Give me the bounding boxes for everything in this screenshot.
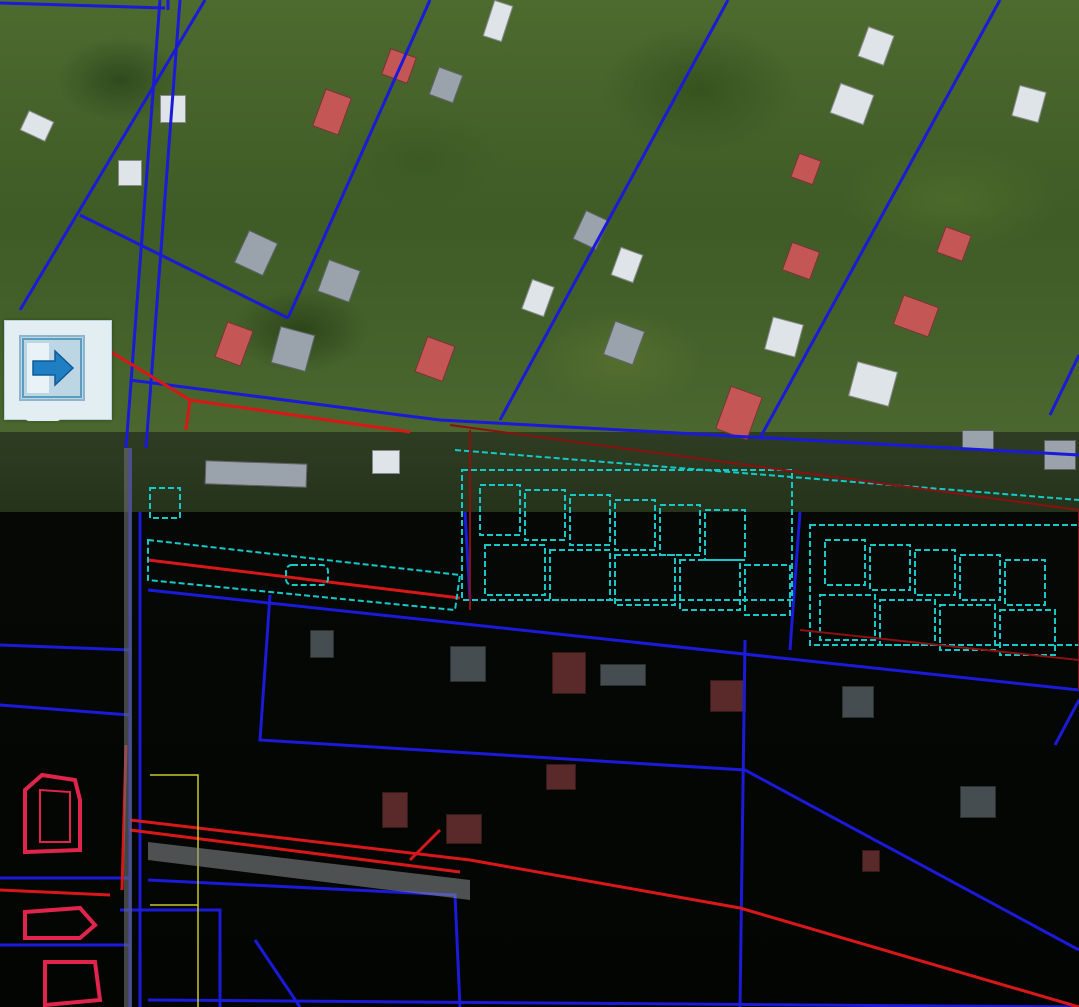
highlighted-buildings-layer: [23, 772, 103, 1007]
arrow-right-icon: [22, 338, 82, 398]
utility-lines-layer: [0, 348, 1079, 1007]
pan-right-button[interactable]: [4, 320, 112, 421]
road-edges-layer: [150, 774, 199, 1007]
building-outlines-layer: [147, 449, 1079, 656]
map-viewport[interactable]: [0, 0, 1079, 1007]
vector-overlay: [0, 0, 1079, 1007]
road-surface: [148, 842, 470, 900]
pan-control-tab: [25, 411, 61, 421]
road-surface-vertical: [124, 448, 132, 1007]
